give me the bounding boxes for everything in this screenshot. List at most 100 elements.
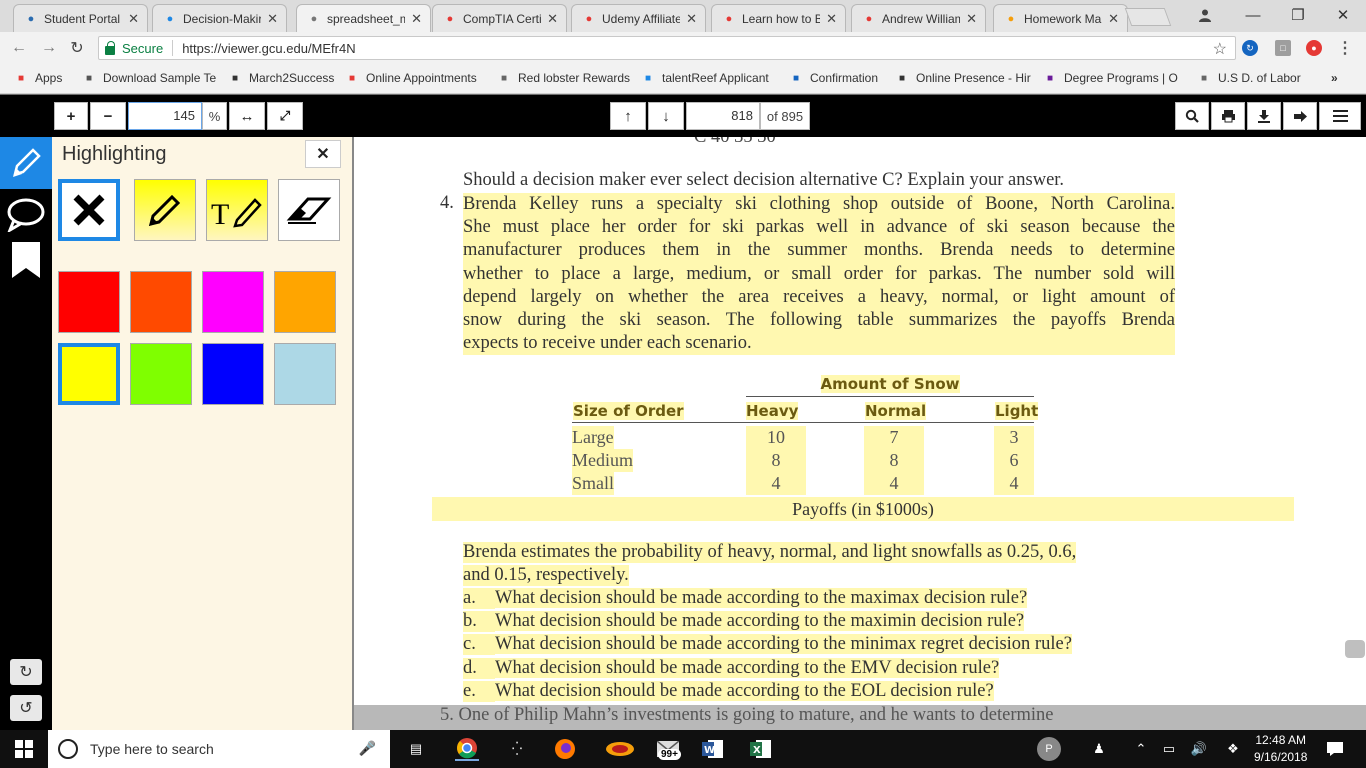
highlight-pen-icon[interactable] (0, 137, 52, 189)
zoom-input[interactable]: 145 (128, 102, 202, 130)
download-icon[interactable] (1247, 102, 1281, 130)
color-swatch[interactable] (130, 271, 192, 333)
more-bookmarks-icon[interactable]: » (1331, 71, 1338, 85)
bookmark-item[interactable]: ■ Red lobster Rewards (497, 71, 630, 85)
battery-icon[interactable]: ▭ (1157, 737, 1181, 761)
people-icon[interactable]: ♟ (1087, 737, 1111, 761)
color-swatch[interactable] (58, 343, 120, 405)
browser-tab[interactable]: ● spreadsheet_m ✕ (296, 4, 431, 32)
clock[interactable]: 12:48 AM 9/16/2018 (1254, 730, 1307, 768)
task-view-icon[interactable]: ▤ (404, 737, 428, 761)
close-tab-icon[interactable]: ✕ (966, 11, 977, 27)
previous-page-icon[interactable]: ↑ (610, 102, 646, 130)
share-export-icon[interactable] (1283, 102, 1317, 130)
search-placeholder: Type here to search (90, 741, 214, 757)
zoom-in-button[interactable]: + (54, 102, 88, 130)
print-icon[interactable] (1211, 102, 1245, 130)
profile-icon[interactable] (1190, 4, 1220, 26)
fit-width-icon[interactable]: ↔ (229, 102, 265, 130)
browser-tab[interactable]: ● CompTIA Certi ✕ (432, 4, 567, 32)
bookmark-item[interactable]: ■ Confirmation (789, 71, 878, 85)
restore-button[interactable]: ❐ (1283, 4, 1313, 26)
firefox-icon[interactable] (553, 737, 577, 761)
close-tab-icon[interactable]: ✕ (128, 11, 139, 27)
back-icon[interactable]: ← (8, 38, 30, 58)
close-window-button[interactable]: ✕ (1328, 4, 1358, 26)
highlighter-tool-icon[interactable] (134, 179, 196, 241)
bookmark-item[interactable]: ■ Apps (14, 71, 62, 85)
bookmark-item[interactable]: ■ talentReef Applicant (641, 71, 769, 85)
bookmark-icon[interactable] (6, 240, 46, 280)
reload-icon[interactable]: ↻ (66, 38, 88, 58)
next-page-icon[interactable]: ↓ (648, 102, 684, 130)
menu-icon[interactable] (1319, 102, 1361, 130)
close-panel-button[interactable]: ✕ (305, 140, 341, 168)
taskbar-search-box[interactable]: Type here to search 🎤 (48, 730, 390, 768)
avatar[interactable]: P (1037, 737, 1061, 761)
document-view: C 40 35 30 Should a decision maker ever … (354, 137, 1366, 730)
game-app-icon[interactable] (603, 737, 637, 761)
page-input[interactable]: 818 (686, 102, 760, 130)
text-highlight-tool-icon[interactable]: T (206, 179, 268, 241)
search-icon[interactable] (1175, 102, 1209, 130)
extension-cast-icon[interactable]: □ (1275, 40, 1291, 56)
browser-tab[interactable]: ● Andrew William ✕ (851, 4, 986, 32)
undo-icon[interactable]: ↺ (10, 695, 42, 721)
notifications-icon[interactable] (1323, 737, 1347, 761)
microphone-icon[interactable]: 🎤 (359, 740, 376, 757)
minimize-button[interactable]: — (1238, 4, 1268, 26)
sub-question: e. What decision should be made according… (463, 680, 994, 702)
close-tab-icon[interactable]: ✕ (547, 11, 558, 27)
clear-tool-icon[interactable] (58, 179, 120, 241)
bookmark-item[interactable]: ■ Download Sample Te (82, 71, 216, 85)
eraser-tool-icon[interactable] (278, 179, 340, 241)
menu-dots-icon[interactable]: ⋮ (1334, 38, 1356, 58)
bookmark-item[interactable]: ■ March2Success (228, 71, 334, 85)
color-swatch[interactable] (274, 271, 336, 333)
browser-tab[interactable]: ● Homework Ma ✕ (993, 4, 1128, 32)
fit-page-icon[interactable]: ⤢ (267, 102, 303, 130)
bookmark-item[interactable]: ■ Online Appointments (345, 71, 477, 85)
tab-title: Homework Ma (1024, 11, 1102, 26)
redo-icon[interactable]: ↻ (10, 659, 42, 685)
bookmark-item[interactable]: ■ Degree Programs | O (1043, 71, 1178, 85)
comment-icon[interactable] (6, 194, 46, 234)
browser-tab[interactable]: ● Decision-Makir ✕ (152, 4, 287, 32)
extension-share-icon[interactable]: ↻ (1242, 40, 1258, 56)
color-swatch[interactable] (202, 343, 264, 405)
volume-icon[interactable]: 🔊 (1187, 737, 1211, 761)
talentreef-icon: ■ (644, 72, 652, 84)
close-tab-icon[interactable]: ✕ (686, 11, 697, 27)
close-tab-icon[interactable]: ✕ (267, 11, 278, 27)
color-swatch[interactable] (202, 271, 264, 333)
browser-tab[interactable]: ● Student Portal | ✕ (13, 4, 148, 32)
mail-icon[interactable]: 99+ (650, 737, 686, 761)
dropbox-icon[interactable]: ❖ (1221, 737, 1245, 761)
color-swatch[interactable] (130, 343, 192, 405)
payoff-cell: 4 (864, 472, 924, 495)
chrome-icon[interactable] (455, 737, 479, 761)
browser-tab[interactable]: ● Learn how to B ✕ (711, 4, 846, 32)
color-swatch[interactable] (274, 343, 336, 405)
zoom-out-button[interactable]: − (90, 102, 126, 130)
new-tab-button[interactable] (1124, 8, 1172, 26)
close-tab-icon[interactable]: ✕ (411, 11, 422, 27)
vertical-scrollbar-thumb[interactable] (1345, 640, 1365, 658)
payoff-cell: 7 (864, 426, 924, 449)
bookmark-item[interactable]: ■ U.S D. of Labor (1197, 71, 1301, 85)
tray-expand-icon[interactable]: ⌃ (1129, 737, 1153, 761)
close-tab-icon[interactable]: ✕ (1108, 11, 1119, 27)
app-grid-icon[interactable]: ⁛ (505, 737, 529, 761)
browser-tab[interactable]: ● Udemy Affiliate ✕ (571, 4, 706, 32)
windows-start-icon[interactable] (12, 737, 36, 761)
url-field[interactable]: Secure https://viewer.gcu.edu/MEfr4N ☆ (98, 36, 1236, 60)
close-tab-icon[interactable]: ✕ (826, 11, 837, 27)
sub-question-text: What decision should be made according t… (495, 657, 1000, 678)
forward-icon[interactable]: → (38, 38, 60, 58)
word-icon[interactable]: W (701, 737, 725, 761)
bookmark-item[interactable]: ■ Online Presence - Hir (895, 71, 1031, 85)
color-swatch[interactable] (58, 271, 120, 333)
extension-lastpass-icon[interactable]: ● (1306, 40, 1322, 56)
bookmark-star-icon[interactable]: ☆ (1213, 39, 1227, 59)
excel-icon[interactable]: X (749, 737, 773, 761)
